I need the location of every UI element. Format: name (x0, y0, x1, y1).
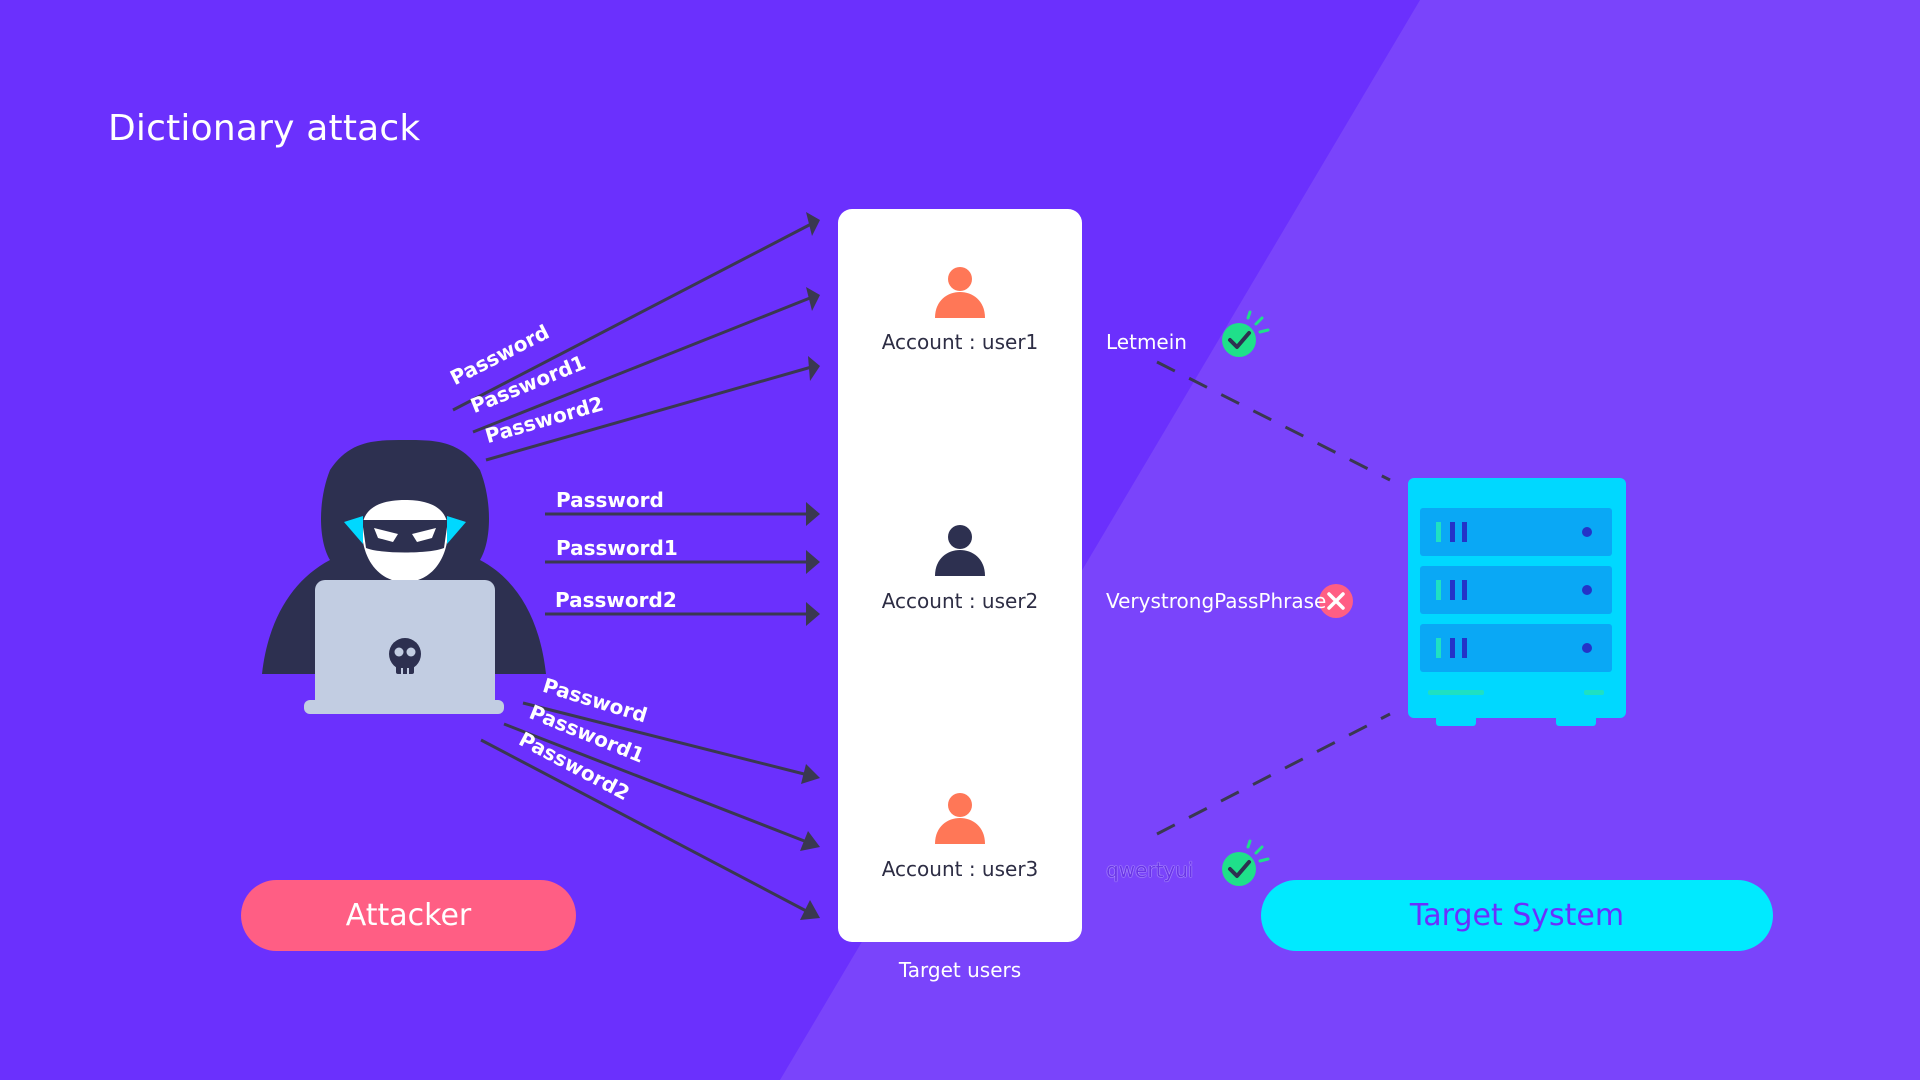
password-user3: qwertyui (1106, 858, 1194, 882)
server-icon (1408, 478, 1626, 726)
account-label-user1: Account : user1 (881, 330, 1039, 354)
account-label-user2: Account : user2 (881, 589, 1039, 613)
user-icon-orange-3 (935, 793, 985, 844)
arrow-line (472, 294, 816, 434)
attempt-label-user2-2: Password1 (556, 536, 678, 560)
password-user2: VerystrongPassPhrase (1106, 589, 1327, 613)
target-users-caption: Target users (898, 958, 1022, 982)
user-icon-dark (935, 525, 985, 576)
attacker-label: Attacker (241, 880, 576, 951)
hacker-icon (262, 440, 546, 714)
target-system-label: Target System (1261, 880, 1773, 951)
password-user1: Letmein (1106, 330, 1187, 354)
attempt-label-user2-3: Password2 (555, 588, 677, 612)
dashed-connector-user3 (1156, 712, 1391, 836)
arrow-head (808, 356, 820, 381)
account-label-user3: Account : user3 (881, 857, 1039, 881)
arrow-head (806, 502, 820, 526)
diagram-stage: Dictionary attack Password Password1 Pas… (0, 0, 1920, 1080)
attempt-label-user2-1: Password (556, 488, 664, 512)
check-icon-user1 (1222, 310, 1270, 357)
dashed-connector-user1 (1156, 360, 1391, 482)
user-icon-orange-1 (935, 267, 985, 318)
check-icon-user3 (1222, 839, 1270, 886)
arrow-head (801, 764, 820, 784)
arrow-head (806, 550, 820, 574)
arrow-head (806, 602, 820, 626)
